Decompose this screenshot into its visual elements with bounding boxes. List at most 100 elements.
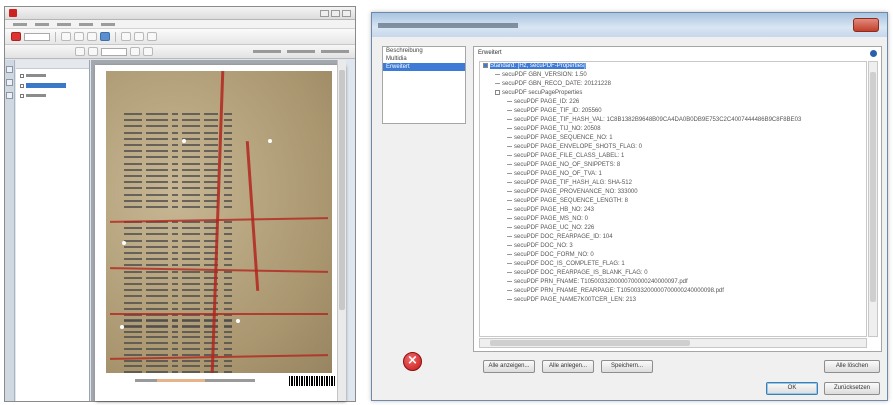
tree-node-label: secuPDF PAGE_PROVENANCE_NO: 333000 bbox=[514, 189, 638, 195]
tree-node[interactable]: secuPDF DOC_FORM_NO: 0 bbox=[480, 251, 866, 260]
tree-node[interactable]: secuPDF DOC_NO: 3 bbox=[480, 242, 866, 251]
properties-tree[interactable]: Standard: [Hz, secuPDF-Properties] secuPD… bbox=[479, 61, 867, 337]
tree-node-label: secuPDF PAGE_NO_OF_TVA: 1 bbox=[514, 171, 602, 177]
barcode bbox=[289, 376, 335, 386]
open-icon[interactable] bbox=[61, 32, 71, 41]
comment-icon[interactable] bbox=[121, 32, 131, 41]
maximize-button[interactable] bbox=[331, 9, 340, 17]
tree-vertical-scrollbar[interactable] bbox=[868, 61, 878, 337]
document-area[interactable] bbox=[91, 60, 346, 401]
menu-item[interactable] bbox=[101, 22, 115, 26]
tree-node-label: secuPDF PAGE_SEQUENCE_NO: 1 bbox=[514, 135, 613, 141]
bookmark-item[interactable] bbox=[20, 92, 87, 99]
create-pdf-icon[interactable] bbox=[11, 32, 21, 41]
properties-dialog: Beschreibung Multidia Erweitert Erweiter… bbox=[371, 12, 888, 401]
tree-node[interactable]: secuPDF PAGE_FILE_CLASS_LABEL: 1 bbox=[480, 152, 866, 161]
document-scrollbar[interactable] bbox=[337, 60, 346, 401]
email-icon[interactable] bbox=[100, 32, 110, 41]
tree-node[interactable]: secuPDF PAGE_NAME7K00TCER_LEN: 213 bbox=[480, 296, 866, 305]
share-icon[interactable] bbox=[147, 32, 157, 41]
bookmark-item[interactable] bbox=[20, 72, 87, 79]
tree-connector bbox=[507, 172, 512, 174]
tree-connector bbox=[507, 298, 512, 300]
tree-expander-icon[interactable] bbox=[483, 62, 488, 68]
menu-item[interactable] bbox=[79, 22, 93, 26]
next-page-icon[interactable] bbox=[88, 47, 98, 56]
delete-all-button[interactable]: Alle löschen bbox=[824, 360, 880, 373]
tree-node[interactable]: secuPDF secuPageProperties bbox=[480, 89, 866, 98]
bookmark-item-selected[interactable] bbox=[20, 82, 87, 89]
menu-item[interactable] bbox=[57, 22, 71, 26]
tree-node[interactable]: secuPDF GBN_RECO_DATE: 20121228 bbox=[480, 80, 866, 89]
tree-expander-icon[interactable] bbox=[495, 89, 500, 95]
expand-icon[interactable] bbox=[20, 73, 24, 78]
tools-link[interactable] bbox=[253, 50, 281, 53]
tree-node[interactable]: secuPDF PAGE_HB_NO: 243 bbox=[480, 206, 866, 215]
sign-link[interactable] bbox=[287, 50, 315, 53]
collapse-all-button[interactable]: Alle anlegen... bbox=[542, 360, 594, 373]
zoom-icon[interactable] bbox=[143, 47, 153, 56]
category-item-multidia[interactable]: Multidia bbox=[383, 55, 465, 63]
bookmarks-panel-header bbox=[16, 60, 89, 69]
tree-node[interactable]: secuPDF PAGE_UC_NO: 226 bbox=[480, 224, 866, 233]
dialog-title bbox=[378, 22, 518, 28]
expand-icon[interactable] bbox=[20, 93, 24, 98]
tree-connector bbox=[507, 163, 512, 165]
close-window-button[interactable] bbox=[342, 9, 351, 17]
tree-node-label: secuPDF PAGE_TIF_ID: 205560 bbox=[514, 108, 602, 114]
tree-node[interactable]: secuPDF DOC_REARPAGE_IS_BLANK_FLAG: 0 bbox=[480, 269, 866, 278]
ok-button[interactable]: OK bbox=[766, 382, 818, 395]
sign-icon[interactable] bbox=[134, 32, 144, 41]
print-icon[interactable] bbox=[87, 32, 97, 41]
save-icon[interactable] bbox=[74, 32, 84, 41]
tree-node[interactable]: secuPDF PAGE_TIF_ID: 205560 bbox=[480, 107, 866, 116]
toolbar-dropdown[interactable] bbox=[24, 32, 50, 41]
cancel-button[interactable]: Zurücksetzen bbox=[824, 382, 880, 395]
pages-icon[interactable] bbox=[6, 66, 13, 73]
prev-page-icon[interactable] bbox=[75, 47, 85, 56]
tree-node[interactable]: secuPDF PRN_FNAME_REARPAGE: T10500332000… bbox=[480, 287, 866, 296]
tree-node[interactable]: secuPDF PAGE_MS_NO: 0 bbox=[480, 215, 866, 224]
comment-link[interactable] bbox=[321, 50, 349, 53]
scrollbar-thumb[interactable] bbox=[870, 72, 876, 302]
menu-item[interactable] bbox=[35, 22, 49, 26]
tree-node[interactable]: secuPDF PAGE_NO_OF_TVA: 1 bbox=[480, 170, 866, 179]
tree-node[interactable]: secuPDF PAGE_NO_OF_SNIPPETS: 8 bbox=[480, 161, 866, 170]
tree-node[interactable]: secuPDF PAGE_SEQUENCE_NO: 1 bbox=[480, 134, 866, 143]
tree-node[interactable]: secuPDF PAGE_TIJ_NO: 20508 bbox=[480, 125, 866, 134]
menu-item[interactable] bbox=[13, 22, 27, 26]
tree-node-label: secuPDF GBN_VERSION: 1.50 bbox=[502, 72, 587, 78]
tree-node[interactable]: secuPDF PAGE_ENVELOPE_SHOTS_FLAG: 0 bbox=[480, 143, 866, 152]
tree-node[interactable]: secuPDF DOC_REARPAGE_ID: 104 bbox=[480, 233, 866, 242]
tree-node[interactable]: secuPDF PAGE_SEQUENCE_LENGTH: 8 bbox=[480, 197, 866, 206]
tree-node[interactable]: secuPDF PAGE_TIF_HASH_VAL: 1C8B1382B9648… bbox=[480, 116, 866, 125]
help-icon[interactable] bbox=[870, 50, 877, 57]
tree-node-label: secuPDF DOC_NO: 3 bbox=[514, 243, 573, 249]
dialog-close-button[interactable] bbox=[853, 18, 879, 32]
bookmarks-icon[interactable] bbox=[6, 79, 13, 86]
category-item-beschreibung[interactable]: Beschreibung bbox=[383, 47, 465, 55]
tree-node-label: Standard: [Hz, secuPDF-Properties] bbox=[490, 63, 586, 69]
tree-horizontal-scrollbar[interactable] bbox=[479, 338, 867, 348]
category-item-erweitert[interactable]: Erweitert bbox=[383, 63, 465, 71]
expand-icon[interactable] bbox=[20, 83, 24, 88]
save-button[interactable]: Speichern... bbox=[601, 360, 653, 373]
attachments-icon[interactable] bbox=[6, 92, 13, 99]
tree-node[interactable]: secuPDF PAGE_TIF_HASH_ALG: SHA-512 bbox=[480, 179, 866, 188]
tree-connector bbox=[507, 271, 512, 273]
hand-tool-icon[interactable] bbox=[130, 47, 140, 56]
tree-node[interactable]: secuPDF DOC_IS_COMPLETE_FLAG: 1 bbox=[480, 260, 866, 269]
tree-node[interactable]: secuPDF PRN_FNAME: T10500332000007000002… bbox=[480, 278, 866, 287]
expand-all-button[interactable]: Alle anzeigen... bbox=[483, 360, 535, 373]
tree-node[interactable]: secuPDF GBN_VERSION: 1.50 bbox=[480, 71, 866, 80]
scrollbar-thumb[interactable] bbox=[339, 70, 345, 310]
minimize-button[interactable] bbox=[320, 9, 329, 17]
scrollbar-thumb[interactable] bbox=[490, 340, 690, 346]
tree-node[interactable]: Standard: [Hz, secuPDF-Properties] bbox=[480, 62, 866, 71]
viewer-titlebar[interactable] bbox=[5, 7, 355, 20]
tree-node[interactable]: secuPDF PAGE_PROVENANCE_NO: 333000 bbox=[480, 188, 866, 197]
tree-connector bbox=[507, 235, 512, 237]
page-number-input[interactable] bbox=[101, 47, 127, 56]
dialog-titlebar[interactable] bbox=[372, 13, 887, 37]
tree-node[interactable]: secuPDF PAGE_ID: 226 bbox=[480, 98, 866, 107]
